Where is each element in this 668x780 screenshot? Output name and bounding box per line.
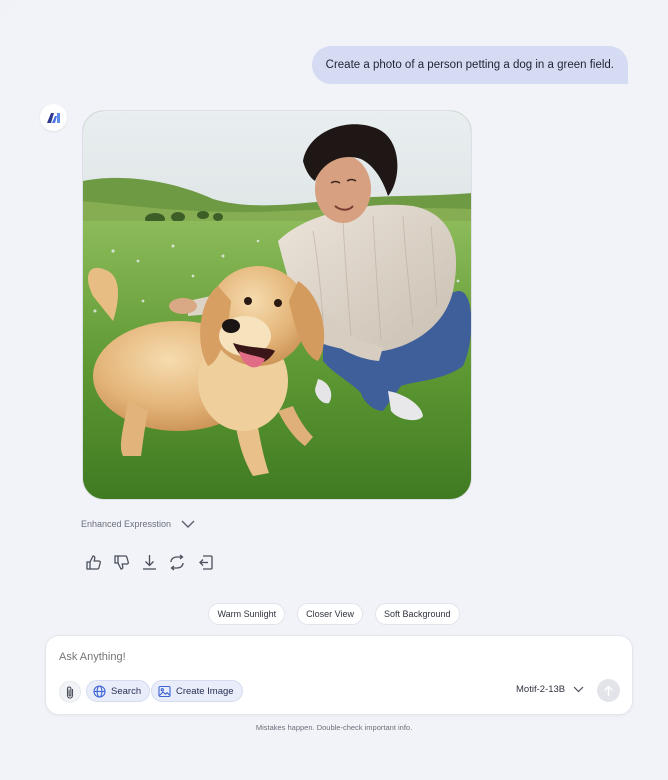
chevron-down-icon bbox=[181, 520, 195, 528]
search-toggle-button[interactable]: Search bbox=[86, 680, 151, 702]
response-actions bbox=[84, 553, 214, 571]
disclaimer: Mistakes happen. Double-check important … bbox=[255, 723, 413, 732]
create-image-button[interactable]: Create Image bbox=[151, 680, 243, 702]
enhanced-expression-toggle[interactable]: Enhanced Expresstion bbox=[81, 519, 195, 529]
motif-logo-icon bbox=[46, 112, 60, 123]
generated-image[interactable] bbox=[82, 110, 472, 500]
suggestion-chip-warm-sunlight[interactable]: Warm Sunlight bbox=[208, 603, 286, 625]
chevron-down-icon bbox=[573, 686, 584, 693]
send-button[interactable] bbox=[597, 679, 620, 702]
paperclip-icon bbox=[66, 685, 74, 699]
globe-icon bbox=[93, 684, 106, 698]
assistant-avatar bbox=[40, 104, 67, 131]
chat-page: Create a photo of a person petting a dog… bbox=[0, 0, 668, 780]
regenerate-icon[interactable] bbox=[168, 553, 186, 571]
model-selector[interactable]: Motif-2-13B bbox=[516, 684, 584, 695]
download-icon[interactable] bbox=[140, 553, 158, 571]
enhanced-expression-label: Enhanced Expresstion bbox=[81, 519, 172, 529]
suggestion-chip-closer-view[interactable]: Closer View bbox=[297, 603, 363, 625]
suggestion-chip-soft-background[interactable]: Soft Background bbox=[375, 603, 460, 625]
search-label: Search bbox=[111, 685, 142, 697]
image-icon bbox=[158, 685, 171, 697]
arrow-up-icon bbox=[604, 685, 613, 696]
attach-button[interactable] bbox=[59, 681, 81, 703]
user-message-bubble: Create a photo of a person petting a dog… bbox=[311, 46, 628, 84]
create-image-label: Create Image bbox=[176, 685, 234, 697]
composer: Search Create Image Motif-2-13B bbox=[45, 635, 633, 715]
thumbs-down-icon[interactable] bbox=[112, 553, 130, 571]
suggestion-chips: Warm Sunlight Closer View Soft Backgroun… bbox=[0, 603, 668, 625]
prompt-input[interactable] bbox=[59, 651, 459, 663]
user-message-text: Create a photo of a person petting a dog… bbox=[325, 59, 614, 71]
model-name: Motif-2-13B bbox=[516, 684, 566, 695]
export-icon[interactable] bbox=[196, 553, 214, 571]
thumbs-up-icon[interactable] bbox=[84, 553, 102, 571]
